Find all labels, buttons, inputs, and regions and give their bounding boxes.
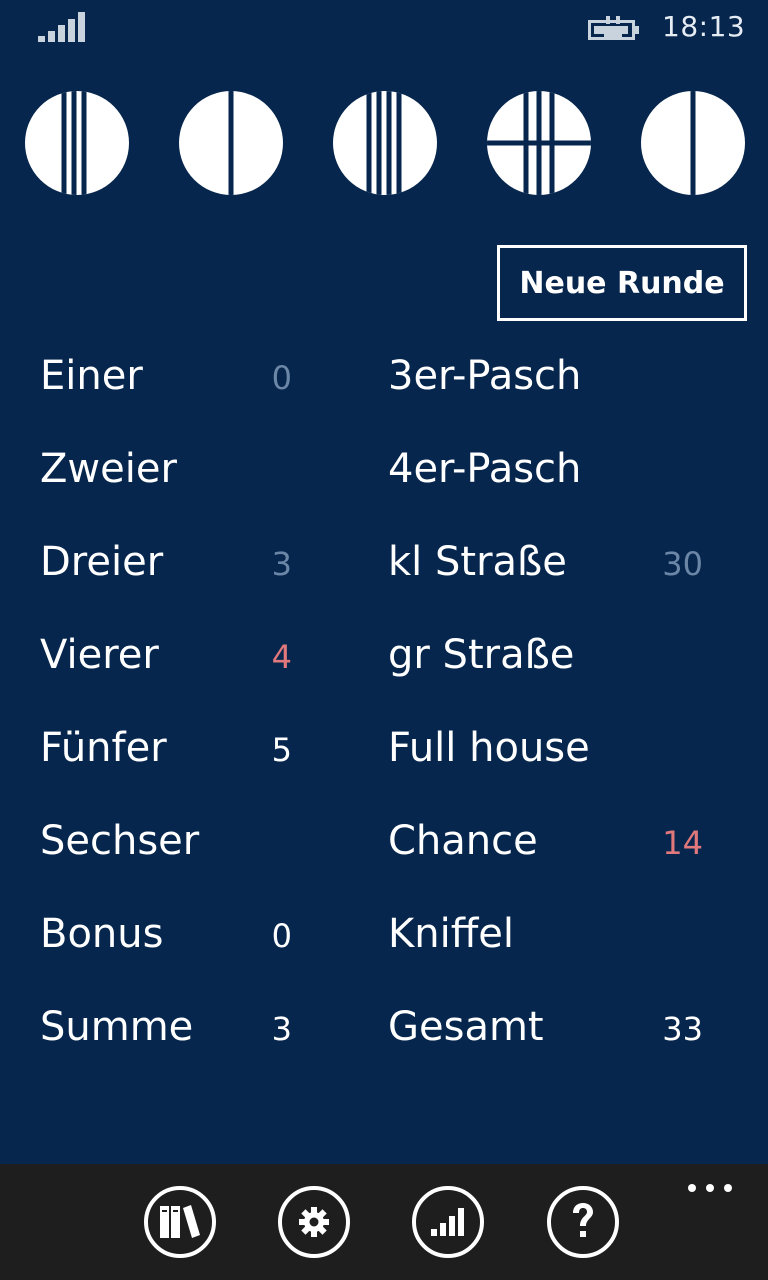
category-fuenfer[interactable]: Fünfer [40,724,167,772]
category-einer[interactable]: Einer [40,352,143,400]
settings-button[interactable] [278,1186,350,1258]
die-2[interactable] [178,90,284,196]
category-4er-pasch[interactable]: 4er-Pasch [388,445,581,493]
category-dreier[interactable]: Dreier [40,538,163,586]
category-chance[interactable]: Chance [388,817,538,865]
score-einer: 0 [271,359,292,397]
category-summe: Summe [40,1004,194,1050]
category-gr-strasse[interactable]: gr Straße [388,631,574,679]
category-full-house[interactable]: Full house [388,724,590,772]
score-chance: 14 [662,824,703,862]
bar-chart-icon [431,1208,464,1236]
new-round-button[interactable]: Neue Runde [497,245,747,321]
score-kl-strasse: 30 [662,545,703,583]
score-bonus: 0 [271,917,292,955]
die-5[interactable] [640,90,746,196]
ellipsis-icon[interactable] [688,1178,732,1198]
question-icon [573,1203,593,1237]
score-dreier: 3 [271,545,292,583]
category-sechser[interactable]: Sechser [40,817,199,865]
score-vierer: 4 [271,638,292,676]
category-vierer[interactable]: Vierer [40,631,159,679]
library-button[interactable] [144,1186,216,1258]
battery-charging-icon [588,16,639,40]
app-bar [0,1164,768,1280]
category-3er-pasch[interactable]: 3er-Pasch [388,352,581,400]
category-kl-strasse[interactable]: kl Straße [388,538,567,586]
category-bonus: Bonus [40,911,164,957]
category-kniffel[interactable]: Kniffel [388,910,514,958]
help-button[interactable] [547,1186,619,1258]
clock: 18:13 [662,10,746,43]
category-zweier[interactable]: Zweier [40,445,177,493]
score-summe: 3 [271,1010,292,1048]
score-fuenfer: 5 [271,731,292,769]
category-gesamt: Gesamt [388,1004,544,1050]
die-4[interactable] [486,90,592,196]
gear-icon [299,1207,329,1237]
score-gesamt: 33 [662,1010,703,1048]
signal-strength-icon [38,12,85,42]
status-bar: 18:13 [0,0,768,60]
die-1[interactable] [24,90,130,196]
books-icon [160,1205,200,1238]
die-3[interactable] [332,90,438,196]
dice-row [0,90,768,198]
statistics-button[interactable] [412,1186,484,1258]
